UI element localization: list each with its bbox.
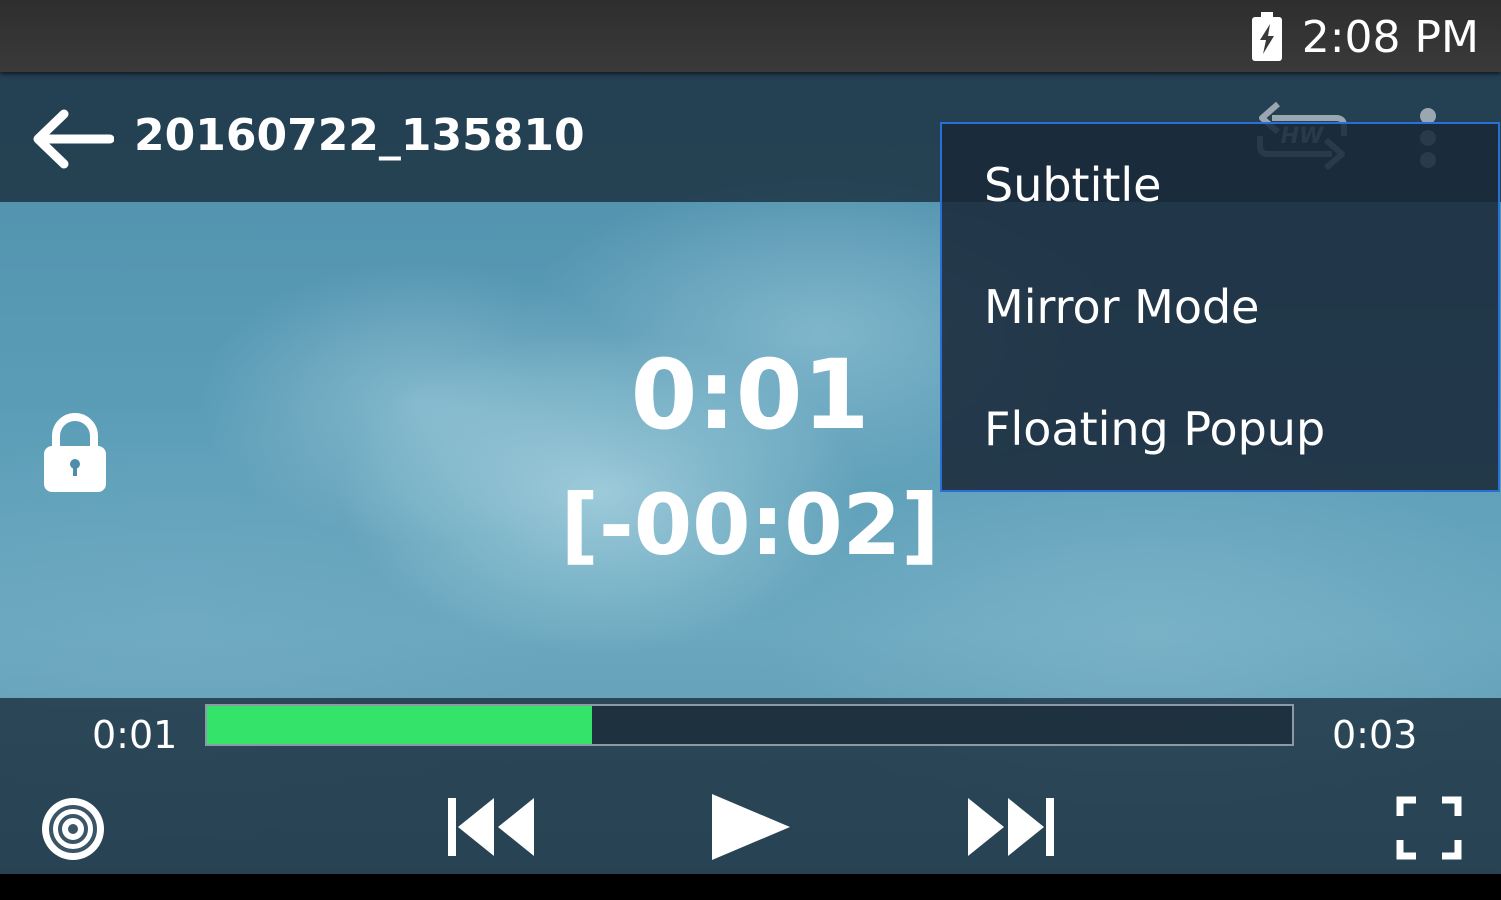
- lock-icon[interactable]: [40, 412, 110, 494]
- seek-bar-progress: [207, 706, 593, 744]
- play-icon[interactable]: [708, 792, 792, 862]
- target-icon[interactable]: [40, 796, 106, 862]
- fullscreen-icon[interactable]: [1396, 796, 1462, 860]
- seek-remaining-time: [-00:02]: [560, 476, 940, 574]
- status-clock: 2:08 PM: [1301, 12, 1479, 63]
- status-bar: 2:08 PM: [0, 0, 1501, 72]
- skip-next-icon[interactable]: [964, 796, 1056, 858]
- menu-item-mirror-mode[interactable]: Mirror Mode: [942, 246, 1498, 368]
- video-player-screen: 2:08 PM 20160722_135810 HW Subtitle Mirr…: [0, 0, 1501, 900]
- navigation-bar-area: [0, 874, 1501, 900]
- battery-charging-icon: [1252, 12, 1282, 61]
- seek-bar[interactable]: [205, 704, 1294, 746]
- overflow-menu: Subtitle Mirror Mode Floating Popup: [940, 122, 1500, 492]
- total-time: 0:03: [1332, 713, 1418, 757]
- playback-controls: 0:01 0:03: [0, 698, 1501, 874]
- skip-previous-icon[interactable]: [446, 796, 538, 858]
- elapsed-time: 0:01: [92, 713, 178, 757]
- video-title: 20160722_135810: [134, 110, 585, 161]
- seek-current-time: 0:01: [630, 339, 870, 451]
- menu-item-subtitle[interactable]: Subtitle: [942, 124, 1498, 246]
- back-arrow-icon[interactable]: [30, 104, 114, 174]
- menu-item-floating-popup[interactable]: Floating Popup: [942, 368, 1498, 490]
